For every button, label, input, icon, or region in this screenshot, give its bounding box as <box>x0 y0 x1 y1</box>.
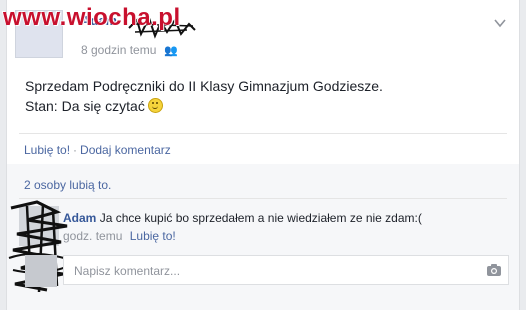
comment-like-button[interactable]: Lubię to! <box>130 229 176 243</box>
composer-avatar <box>25 255 57 287</box>
like-button[interactable]: Lubię to! <box>24 143 70 157</box>
post-actions: Lubię to! · Dodaj komentarz <box>24 143 171 157</box>
camera-icon[interactable] <box>486 263 502 277</box>
divider <box>19 133 507 134</box>
comment-text: Ja chce kupić bo sprzedałem a nie wiedzi… <box>99 211 422 225</box>
comment-composer[interactable] <box>63 255 509 286</box>
comment: Adam Ja chce kupić bo sprzedałem a nie w… <box>63 211 503 225</box>
action-separator: · <box>73 143 78 157</box>
likes-count[interactable]: 2 osoby lubią to. <box>24 178 111 192</box>
site-watermark: www.wiocha.pl <box>3 4 181 31</box>
add-comment-button[interactable]: Dodaj komentarz <box>80 143 171 157</box>
comment-input[interactable] <box>72 256 476 286</box>
post-body: Sprzedam Podręczniki do II Klasy Gimnazj… <box>25 76 383 116</box>
friends-icon[interactable]: 👥 <box>164 44 178 57</box>
divider <box>19 198 507 199</box>
post-line-1: Sprzedam Podręczniki do II Klasy Gimnazj… <box>25 78 383 94</box>
post-timestamp[interactable]: 8 godzin temu <box>81 43 156 57</box>
smiley-icon <box>147 98 163 113</box>
post-line-2-text: Stan: Da się czytać <box>25 98 145 114</box>
post-card: Adam 8 godzin temu 👥 Sprzedam Podręcznik… <box>6 0 520 310</box>
chevron-down-icon[interactable] <box>493 16 507 30</box>
post-line-2: Stan: Da się czytać <box>25 96 383 116</box>
